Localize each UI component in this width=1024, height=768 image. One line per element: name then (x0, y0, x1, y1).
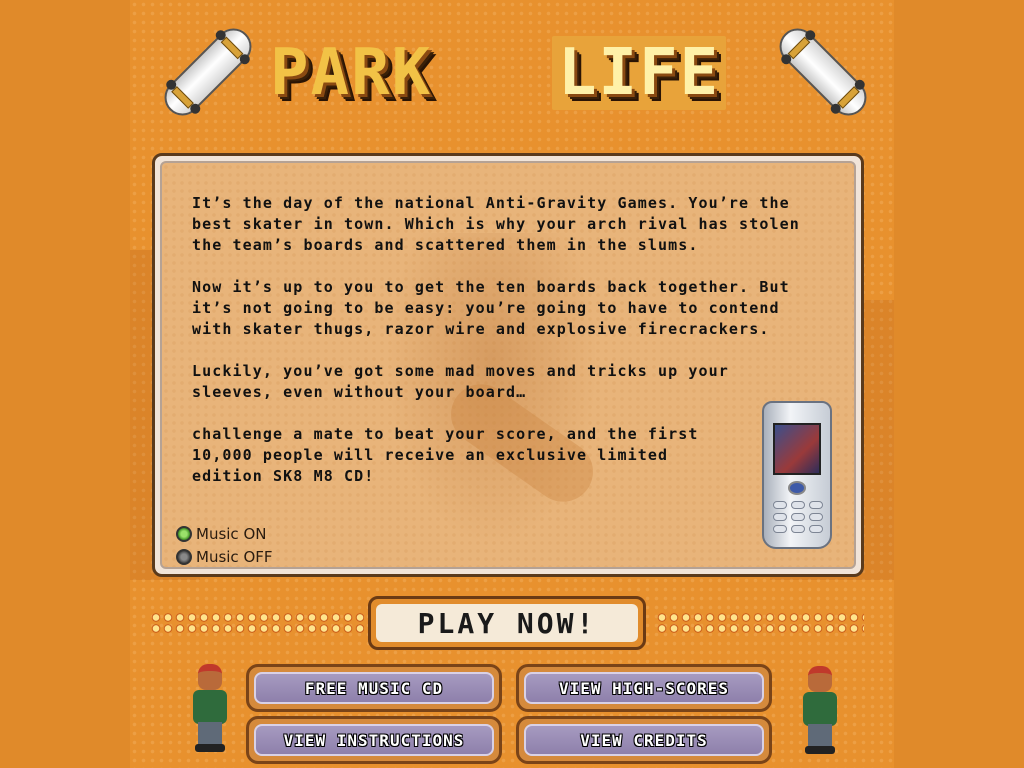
free-music-cd-button[interactable]: FREE MUSIC CD (246, 664, 502, 712)
game-stage: PARK LIFE It’s the day of the national A… (130, 0, 894, 768)
game-title: PARK LIFE (270, 30, 770, 110)
radio-off-icon (176, 549, 192, 565)
story-panel-inner: It’s the day of the national Anti-Gravit… (160, 161, 856, 569)
skater-character-icon (798, 666, 842, 756)
music-off-option[interactable]: Music OFF (176, 548, 273, 566)
story-paragraph-1: It’s the day of the national Anti-Gravit… (192, 194, 800, 254)
title-word-life: LIFE (552, 36, 727, 110)
music-off-label: Music OFF (196, 548, 273, 566)
view-credits-label: VIEW CREDITS (524, 724, 764, 756)
title-word-park: PARK (270, 36, 433, 110)
view-high-scores-label: VIEW HIGH-SCORES (524, 672, 764, 704)
free-music-cd-label: FREE MUSIC CD (254, 672, 494, 704)
view-instructions-button[interactable]: VIEW INSTRUCTIONS (246, 716, 502, 764)
phone-nav-key (788, 481, 806, 495)
view-high-scores-button[interactable]: VIEW HIGH-SCORES (516, 664, 772, 712)
music-on-option[interactable]: Music ON (176, 525, 266, 543)
decorative-dot-row (656, 612, 864, 634)
story-paragraph-2: Now it’s up to you to get the ten boards… (192, 278, 790, 338)
decorative-dot-row (150, 612, 364, 634)
play-now-label: PLAY NOW! (376, 604, 638, 642)
skateboard-icon (157, 21, 259, 123)
radio-on-icon (176, 526, 192, 542)
story-paragraph-4: challenge a mate to beat your score, and… (192, 425, 699, 485)
mobile-phone-icon (762, 401, 832, 549)
music-on-label: Music ON (196, 525, 267, 543)
view-credits-button[interactable]: VIEW CREDITS (516, 716, 772, 764)
skater-character-icon (188, 664, 232, 754)
phone-screen (773, 423, 821, 475)
skateboard-icon (772, 21, 874, 123)
story-paragraph-3: Luckily, you’ve got some mad moves and t… (192, 362, 729, 401)
play-now-button[interactable]: PLAY NOW! (368, 596, 646, 650)
view-instructions-label: VIEW INSTRUCTIONS (254, 724, 494, 756)
story-panel: It’s the day of the national Anti-Gravit… (152, 153, 864, 577)
